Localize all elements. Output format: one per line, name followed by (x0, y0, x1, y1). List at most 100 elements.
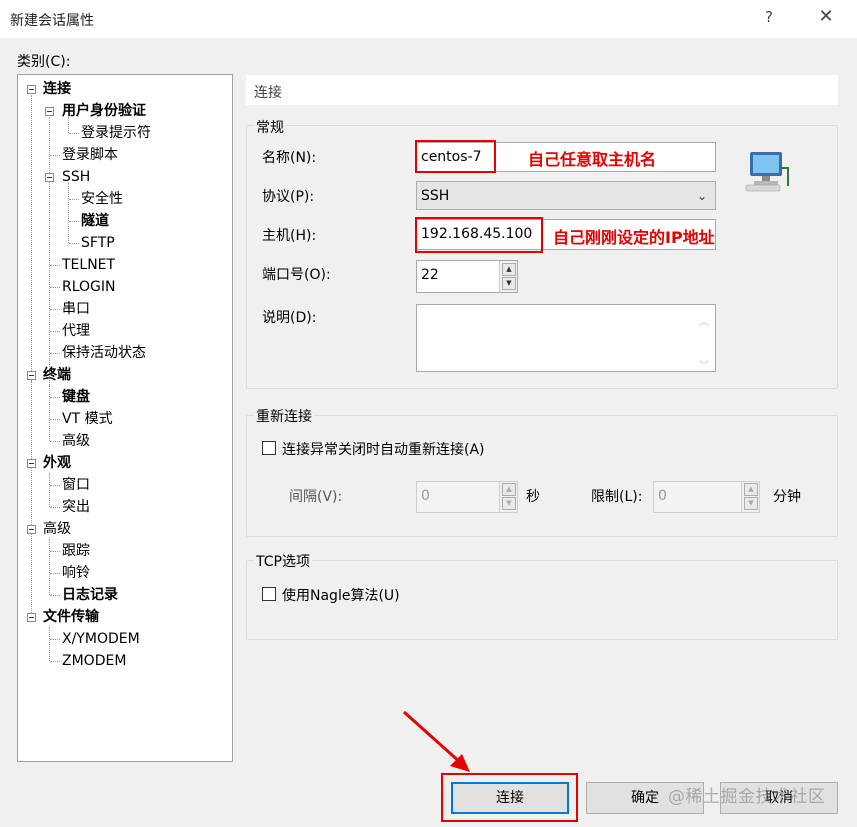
limit-field[interactable]: 0 ▲ ▼ (653, 481, 760, 513)
protocol-select[interactable]: SSH ⌄ (416, 181, 716, 210)
close-button[interactable]: ✕ (814, 6, 838, 30)
spin-down-icon[interactable]: ▼ (502, 277, 516, 290)
tree-line (69, 133, 79, 134)
port-spinner[interactable]: ▲ ▼ (499, 261, 517, 292)
collapse-icon[interactable] (27, 85, 36, 94)
tree-item-terminal-advanced[interactable]: 高级 (62, 431, 90, 451)
scroll-up-icon[interactable]: ︿ (699, 309, 709, 337)
spin-down-icon[interactable]: ▼ (744, 497, 758, 510)
page-title: 连接 (254, 85, 282, 101)
scroll-down-icon[interactable]: ﹀ (699, 353, 709, 381)
tree-item-terminal[interactable]: 终端 (43, 365, 71, 385)
limit-value: 0 (658, 488, 667, 504)
collapse-icon[interactable] (45, 107, 54, 116)
collapse-icon[interactable] (45, 173, 54, 182)
tree-line (49, 117, 50, 387)
annotation-box-name (415, 140, 496, 173)
interval-spinner[interactable]: ▲ ▼ (499, 482, 517, 512)
annotation-host-note: 自己刚刚设定的IP地址 (553, 228, 715, 247)
annotation-arrow-icon (402, 710, 470, 772)
tree-line (31, 381, 32, 617)
tree-item-connection[interactable]: 连接 (43, 79, 71, 99)
tree-item-file-transfer[interactable]: 文件传输 (43, 607, 99, 627)
tree-item-login-prompt[interactable]: 登录提示符 (81, 123, 151, 143)
tree-item-sftp[interactable]: SFTP (81, 233, 115, 253)
name-label: 名称(N): (262, 150, 317, 166)
tree-item-window[interactable]: 窗口 (62, 475, 90, 495)
tree-item-vt-mode[interactable]: VT 模式 (62, 409, 113, 429)
tree-item-login-script[interactable]: 登录脚本 (62, 145, 118, 165)
tree-item-appearance[interactable]: 外观 (43, 453, 71, 473)
tree-line (50, 595, 60, 596)
interval-field[interactable]: 0 ▲ ▼ (416, 481, 518, 513)
tree-item-keepalive[interactable]: 保持活动状态 (62, 343, 146, 363)
tree-line (50, 309, 60, 310)
tree-line (50, 287, 60, 288)
tree-item-auth[interactable]: 用户身份验证 (62, 101, 146, 121)
limit-spinner[interactable]: ▲ ▼ (741, 482, 759, 512)
tree-line (50, 507, 60, 508)
chevron-down-icon: ⌄ (696, 189, 707, 203)
auto-reconnect-checkbox[interactable] (262, 441, 276, 455)
tree-line (31, 95, 32, 387)
tree-line (50, 353, 60, 354)
tree-line (50, 639, 60, 640)
spin-up-icon[interactable]: ▲ (744, 483, 758, 496)
host-label: 主机(H): (262, 228, 317, 244)
collapse-icon[interactable] (27, 525, 36, 534)
nagle-label[interactable]: 使用Nagle算法(U) (282, 585, 400, 605)
collapse-icon[interactable] (27, 613, 36, 622)
tree-line (50, 155, 60, 156)
tree-item-zmodem[interactable]: ZMODEM (62, 651, 126, 671)
reconnect-group-title: 重新连接 (254, 406, 314, 426)
tcp-group-title: TCP选项 (254, 551, 312, 571)
tree-item-trace[interactable]: 跟踪 (62, 541, 90, 561)
tree-item-security[interactable]: 安全性 (81, 189, 123, 209)
tree-line (50, 397, 60, 398)
interval-unit: 秒 (526, 489, 540, 505)
tree-item-proxy[interactable]: 代理 (62, 321, 90, 341)
tree-line (50, 551, 60, 552)
tree-item-xymodem[interactable]: X/YMODEM (62, 629, 140, 649)
tree-item-tunnel[interactable]: 隧道 (81, 211, 109, 231)
tree-item-telnet[interactable]: TELNET (62, 255, 115, 275)
tree-item-highlight[interactable]: 突出 (62, 497, 90, 517)
computer-network-icon (744, 150, 792, 194)
spin-down-icon[interactable]: ▼ (502, 497, 516, 510)
category-label: 类别(C): (17, 54, 71, 70)
help-button[interactable]: ? (759, 8, 779, 30)
tree-line (69, 243, 79, 244)
spin-up-icon[interactable]: ▲ (502, 263, 516, 276)
tree-line (49, 385, 50, 441)
nagle-checkbox[interactable] (262, 587, 276, 601)
description-scrollbar[interactable]: ︿ ﹀ (695, 305, 715, 372)
collapse-icon[interactable] (27, 459, 36, 468)
tree-line (50, 265, 60, 266)
limit-unit: 分钟 (773, 489, 801, 505)
tree-item-serial[interactable]: 串口 (62, 299, 90, 319)
collapse-icon[interactable] (27, 371, 36, 380)
watermark: @稀土掘金技术社区 (668, 787, 826, 807)
category-tree[interactable]: 连接 用户身份验证 登录提示符 登录脚本 SSH 安全性 隧道 SFTP TEL… (17, 74, 233, 762)
port-value: 22 (421, 267, 439, 283)
reconnect-group (246, 415, 838, 537)
tree-line (50, 661, 60, 662)
spin-up-icon[interactable]: ▲ (502, 483, 516, 496)
description-textarea[interactable]: ︿ ﹀ (416, 304, 716, 372)
tree-item-rlogin[interactable]: RLOGIN (62, 277, 116, 297)
tree-item-keyboard[interactable]: 键盘 (62, 387, 90, 407)
tree-line (68, 183, 69, 243)
auto-reconnect-label[interactable]: 连接异常关闭时自动重新连接(A) (282, 439, 485, 459)
window-title: 新建会话属性 (10, 13, 94, 29)
tree-line (49, 539, 50, 595)
annotation-box-host (415, 217, 543, 253)
tree-item-ssh[interactable]: SSH (62, 167, 90, 187)
tree-line (49, 473, 50, 507)
tree-item-advanced[interactable]: 高级 (43, 519, 71, 539)
interval-value: 0 (421, 488, 430, 504)
port-field[interactable]: 22 ▲ ▼ (416, 260, 518, 293)
interval-label: 间隔(V): (289, 489, 343, 505)
annotation-name-note: 自己任意取主机名 (528, 150, 657, 169)
tree-item-bell[interactable]: 响铃 (62, 563, 90, 583)
tree-item-logging[interactable]: 日志记录 (62, 585, 118, 605)
